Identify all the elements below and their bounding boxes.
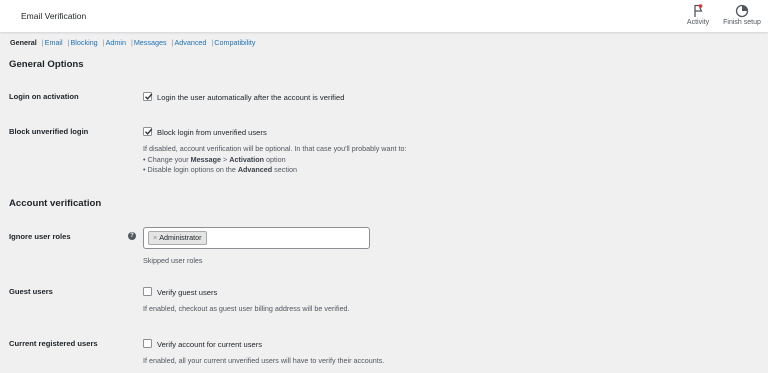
subnav-item-advanced[interactable]: Advanced (174, 38, 206, 47)
checkmark-icon (145, 93, 153, 100)
block-unverified-text: Block login from unverified users (157, 128, 267, 137)
current-users-checkbox[interactable] (143, 339, 152, 348)
guest-users-checkbox[interactable] (143, 287, 152, 296)
page-title: Email Verification (21, 11, 87, 21)
section-heading-general: General Options (9, 59, 84, 70)
section-heading-account: Account verification (9, 198, 102, 209)
guest-users-field[interactable]: Verify guest users (143, 287, 217, 297)
current-users-field[interactable]: Verify account for current users (143, 339, 262, 349)
role-tag-administrator[interactable]: × Administrator (148, 231, 207, 245)
login-on-activation-label: Login on activation (9, 92, 79, 101)
current-users-label: Current registered users (9, 339, 98, 348)
login-on-activation-checkbox[interactable] (143, 92, 153, 101)
block-unverified-field[interactable]: Block login from unverified users (143, 127, 267, 137)
top-bar: Email Verification Activity Finish setup (0, 0, 768, 32)
settings-subnav: General |Email |Blocking |Admin |Message… (10, 38, 256, 47)
ignore-roles-description: Skipped user roles (143, 256, 203, 265)
progress-circle-icon (720, 3, 764, 19)
subnav-item-general[interactable]: General (10, 38, 37, 47)
checkmark-icon (145, 128, 153, 135)
current-users-description: If enabled, all your current unverified … (143, 356, 385, 365)
guest-users-text: Verify guest users (157, 288, 218, 297)
subnav-item-compatibility[interactable]: Compatibility (214, 38, 255, 47)
login-on-activation-text: Login the user automatically after the a… (157, 93, 345, 102)
current-users-text: Verify account for current users (157, 340, 263, 349)
flag-icon (676, 3, 720, 19)
subnav-item-messages[interactable]: Messages (134, 38, 167, 47)
subnav-item-blocking[interactable]: Blocking (71, 38, 98, 47)
block-unverified-checkbox[interactable] (143, 127, 153, 136)
help-icon[interactable]: ? (128, 232, 136, 240)
activity-label: Activity (686, 19, 710, 26)
guest-users-label: Guest users (9, 287, 53, 296)
finish-setup-label: Finish setup (723, 19, 761, 26)
block-unverified-label: Block unverified login (9, 127, 89, 136)
subnav-item-admin[interactable]: Admin (106, 38, 126, 47)
ignore-roles-select[interactable]: × Administrator (143, 227, 370, 249)
remove-tag-icon[interactable]: × (153, 233, 157, 242)
subnav-item-email[interactable]: Email (45, 38, 63, 47)
activity-button[interactable]: Activity (676, 2, 720, 30)
finish-setup-button[interactable]: Finish setup (720, 2, 764, 30)
guest-users-description: If enabled, checkout as guest user billi… (143, 304, 350, 313)
ignore-roles-label: Ignore user roles (9, 232, 71, 241)
block-unverified-description: If disabled, account verification will b… (143, 144, 407, 174)
login-on-activation-field[interactable]: Login the user automatically after the a… (143, 92, 344, 102)
